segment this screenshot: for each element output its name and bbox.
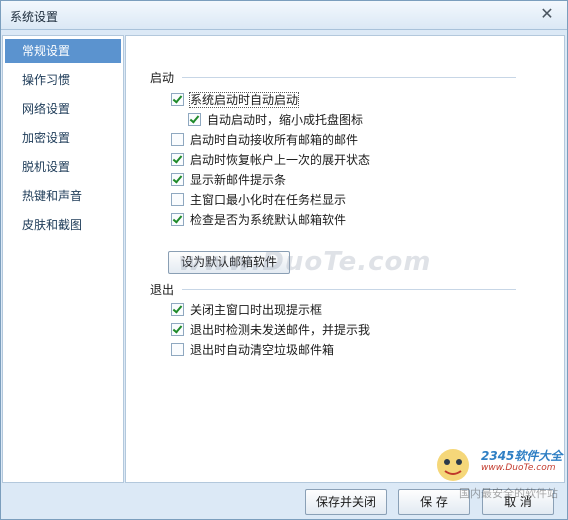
exit-divider bbox=[182, 289, 516, 290]
set-default-button[interactable]: 设为默认邮箱软件 bbox=[168, 251, 290, 274]
opt-label: 系统启动时自动启动 bbox=[188, 92, 300, 108]
checkbox[interactable] bbox=[171, 303, 184, 316]
cancel-button[interactable]: 取 消 bbox=[482, 489, 554, 515]
opt-label: 自动启动时，缩小成托盘图标 bbox=[207, 113, 364, 127]
opt-label: 退出时检测未发送邮件，并提示我 bbox=[190, 323, 371, 337]
opt-label: 退出时自动清空垃圾邮件箱 bbox=[190, 343, 335, 357]
opt-close-prompt[interactable]: 关闭主窗口时出现提示框 bbox=[171, 301, 322, 319]
opt-check-unsent[interactable]: 退出时检测未发送邮件，并提示我 bbox=[171, 321, 370, 339]
startup-section-title: 启动 bbox=[150, 71, 175, 85]
sidebar-item-skin-screenshot[interactable]: 皮肤和截图 bbox=[3, 211, 123, 240]
opt-label: 主窗口最小化时在任务栏显示 bbox=[190, 193, 347, 207]
checkbox[interactable] bbox=[171, 213, 184, 226]
sidebar-item-general[interactable]: 常规设置 bbox=[5, 39, 121, 63]
title-bar: 系统设置 ✕ bbox=[1, 1, 567, 30]
opt-taskbar-show[interactable]: 主窗口最小化时在任务栏显示 bbox=[171, 191, 346, 209]
sidebar-item-habits[interactable]: 操作习惯 bbox=[3, 66, 123, 95]
checkbox[interactable] bbox=[171, 133, 184, 146]
sidebar: 常规设置 操作习惯 网络设置 加密设置 脱机设置 热键和声音 皮肤和截图 bbox=[2, 35, 124, 483]
window-title: 系统设置 bbox=[10, 10, 59, 24]
save-close-button[interactable]: 保存并关闭 bbox=[305, 489, 387, 515]
opt-minimize-tray[interactable]: 自动启动时，缩小成托盘图标 bbox=[188, 111, 363, 129]
settings-panel: 启动 系统启动时自动启动 自动启动时，缩小成托盘图标 启动时自动接收所有邮箱的邮… bbox=[125, 35, 565, 483]
settings-window: 系统设置 ✕ 常规设置 操作习惯 网络设置 加密设置 脱机设置 热键和声音 皮肤… bbox=[0, 0, 568, 520]
opt-label: 启动时自动接收所有邮箱的邮件 bbox=[190, 133, 359, 147]
checkbox[interactable] bbox=[171, 343, 184, 356]
opt-label: 启动时恢复帐户上一次的展开状态 bbox=[190, 153, 371, 167]
startup-divider bbox=[182, 77, 516, 78]
sidebar-item-offline[interactable]: 脱机设置 bbox=[3, 153, 123, 182]
checkbox[interactable] bbox=[171, 93, 184, 106]
exit-section-title: 退出 bbox=[150, 283, 175, 297]
checkbox[interactable] bbox=[171, 153, 184, 166]
close-icon[interactable]: ✕ bbox=[539, 5, 555, 23]
opt-new-mail-bar[interactable]: 显示新邮件提示条 bbox=[171, 171, 286, 189]
opt-check-default[interactable]: 检查是否为系统默认邮箱软件 bbox=[171, 211, 346, 229]
opt-label: 显示新邮件提示条 bbox=[190, 173, 287, 187]
checkbox[interactable] bbox=[171, 173, 184, 186]
opt-empty-junk[interactable]: 退出时自动清空垃圾邮件箱 bbox=[171, 341, 334, 359]
sidebar-item-hotkeys-sound[interactable]: 热键和声音 bbox=[3, 182, 123, 211]
checkbox[interactable] bbox=[171, 193, 184, 206]
opt-auto-receive[interactable]: 启动时自动接收所有邮箱的邮件 bbox=[171, 131, 358, 149]
checkbox[interactable] bbox=[188, 113, 201, 126]
sidebar-item-network[interactable]: 网络设置 bbox=[3, 95, 123, 124]
opt-autostart[interactable]: 系统启动时自动启动 bbox=[171, 91, 300, 109]
save-button[interactable]: 保 存 bbox=[398, 489, 470, 515]
opt-label: 关闭主窗口时出现提示框 bbox=[190, 303, 323, 317]
opt-restore-expand[interactable]: 启动时恢复帐户上一次的展开状态 bbox=[171, 151, 370, 169]
sidebar-item-encryption[interactable]: 加密设置 bbox=[3, 124, 123, 153]
opt-label: 检查是否为系统默认邮箱软件 bbox=[190, 213, 347, 227]
checkbox[interactable] bbox=[171, 323, 184, 336]
